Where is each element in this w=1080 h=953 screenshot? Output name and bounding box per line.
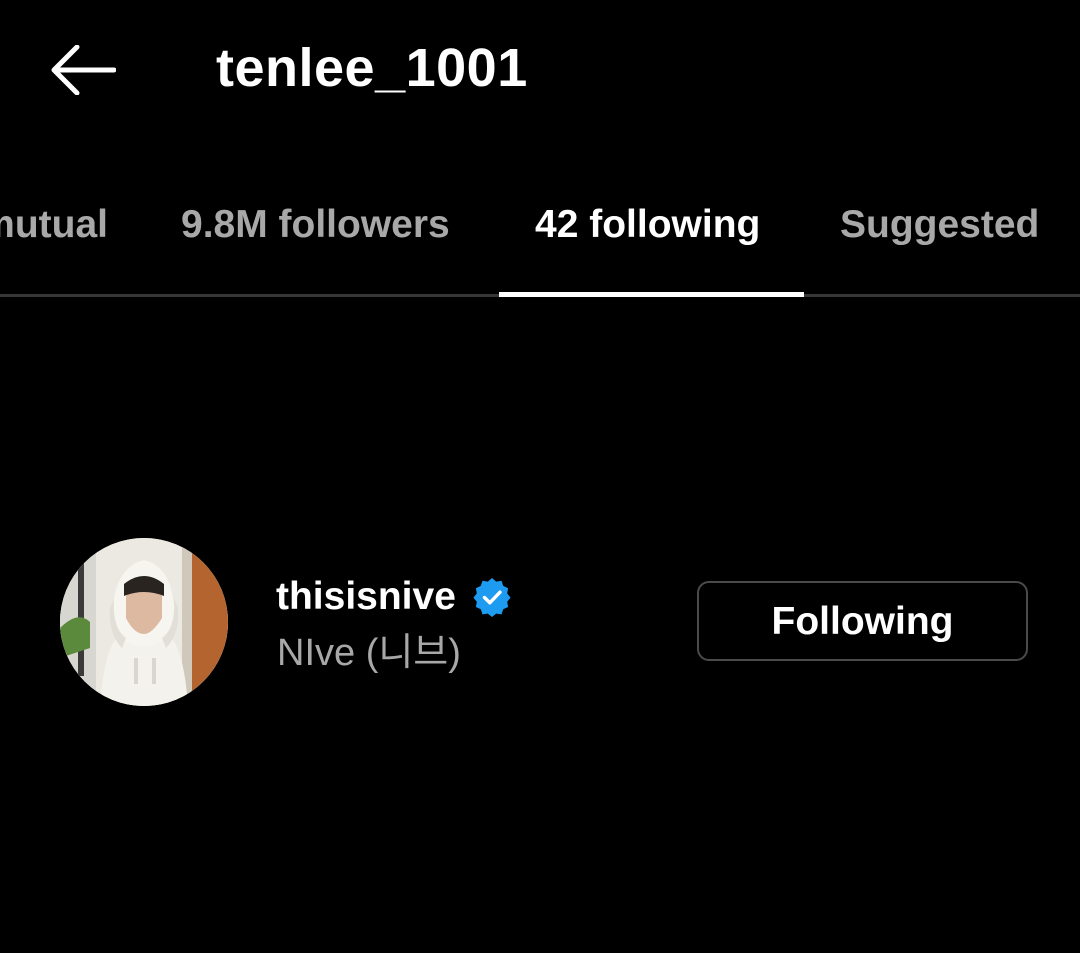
back-button[interactable] xyxy=(40,32,126,108)
verified-badge-icon xyxy=(473,578,511,617)
follow-tabs: mutual 9.8M followers 42 following Sugge… xyxy=(0,180,1080,298)
tab-following[interactable]: 42 following xyxy=(535,200,760,250)
username-link[interactable]: thisisnive xyxy=(276,574,512,620)
tab-suggested[interactable]: Suggested xyxy=(840,200,1039,250)
list-item[interactable]: thisisnive NIve (니브) Following xyxy=(0,530,1080,715)
tab-mutual[interactable]: mutual xyxy=(0,200,108,250)
arrow-left-icon xyxy=(51,45,116,95)
username: thisisnive xyxy=(276,575,456,618)
profile-username-title: tenlee_1001 xyxy=(216,38,528,98)
top-app-bar: tenlee_1001 xyxy=(0,0,1080,140)
following-button[interactable]: Following xyxy=(697,581,1028,661)
active-tab-indicator xyxy=(499,292,804,297)
profile-photo xyxy=(60,538,228,706)
avatar[interactable] xyxy=(60,538,228,706)
full-name: NIve (니브) xyxy=(277,632,461,674)
tab-followers[interactable]: 9.8M followers xyxy=(181,200,450,250)
